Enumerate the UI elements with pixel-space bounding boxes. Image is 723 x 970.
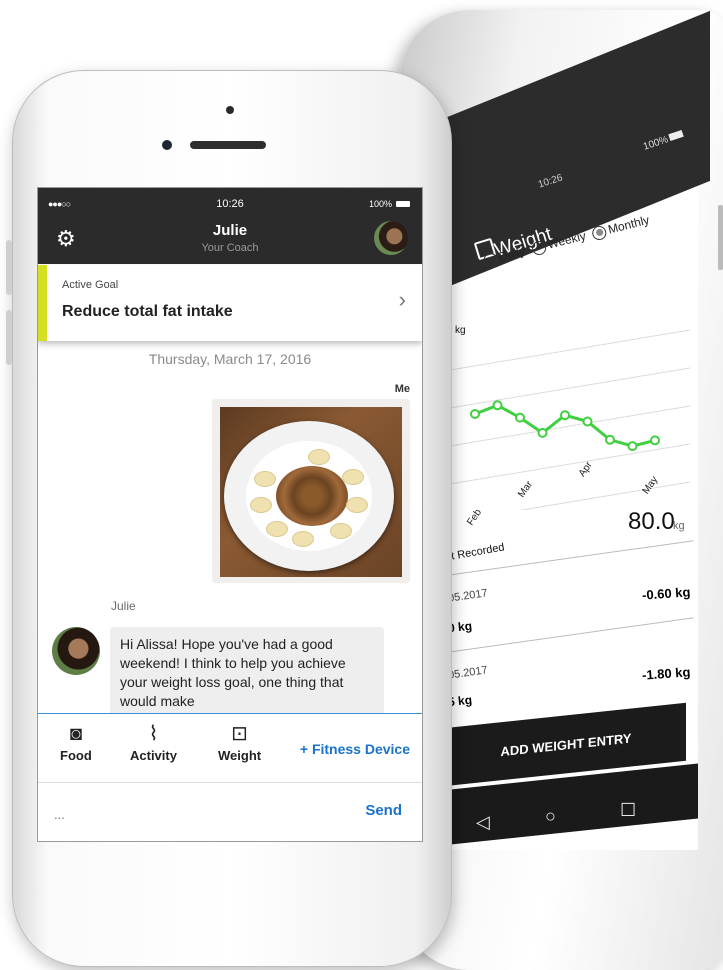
bowl (224, 421, 394, 571)
banana-slice (254, 471, 276, 487)
activity-button[interactable]: ⌇ Activity (130, 722, 177, 763)
weight-data-point (560, 410, 570, 421)
banana-slice (292, 531, 314, 547)
compose-bar: Send (38, 783, 422, 841)
weight-data-point (582, 416, 593, 427)
iphone-sensor (226, 106, 234, 114)
volume-up-button (6, 240, 12, 295)
weight-data-point (605, 434, 615, 445)
volume-down-button (6, 310, 12, 365)
banana-slice (342, 469, 364, 485)
coach-message-avatar (52, 627, 100, 675)
weight-data-point (627, 441, 638, 452)
banana-slice (346, 497, 368, 513)
activity-label: Activity (130, 748, 177, 763)
photo-message[interactable] (212, 399, 410, 583)
banana-slice (250, 497, 272, 513)
banana-slice (308, 449, 330, 465)
grid-line (449, 329, 691, 371)
coach-role: Your Coach (201, 242, 259, 254)
earpiece-speaker (190, 141, 266, 149)
weight-data-point (470, 409, 480, 419)
sender-label-me: Me (394, 383, 410, 395)
coach-avatar[interactable] (374, 221, 408, 255)
recents-icon[interactable]: ☐ (620, 800, 636, 821)
scale-icon: ⊡ (231, 723, 248, 745)
coach-message-bubble: Hi Alissa! Hope you've had a good weeken… (110, 627, 384, 713)
message-thread: Thursday, March 17, 2016 Me Julie Hi Ali… (38, 341, 422, 713)
latest-weight-value: 80.0 (628, 508, 675, 535)
send-button[interactable]: Send (365, 802, 402, 819)
banana-slice (330, 523, 352, 539)
coach-chat-screen: ●●●○○ 10:26 100% ⚙ Julie Your Coach Acti… (37, 187, 423, 842)
banana-slice (266, 521, 288, 537)
food-photo (220, 407, 402, 577)
active-goal-card[interactable]: Active Goal Reduce total fat intake › (38, 265, 422, 341)
chevron-right-icon: › (398, 287, 406, 312)
battery-icon (396, 201, 410, 207)
top-bar: ●●●○○ 10:26 100% ⚙ Julie Your Coach (38, 188, 422, 264)
weight-label: Weight (218, 748, 262, 763)
battery-label: 100% (368, 199, 392, 209)
back-icon[interactable]: ◁ (476, 812, 490, 833)
grid-line (449, 367, 691, 409)
message-input[interactable] (52, 801, 346, 827)
weight-data-point (515, 412, 525, 423)
food-label: Food (60, 748, 92, 763)
front-camera (162, 140, 172, 150)
bowl-inner (246, 441, 372, 551)
goal-accent-bar (38, 265, 47, 341)
food-button[interactable]: ◙ Food (60, 722, 92, 763)
camera-icon: ◙ (69, 723, 82, 745)
weight-data-point (537, 427, 548, 438)
weight-data-point (650, 435, 660, 446)
home-icon[interactable]: ○ (545, 806, 556, 827)
android-side-button (718, 205, 723, 270)
sender-label-coach: Julie (111, 599, 136, 613)
latest-weight-unit: kg (673, 520, 685, 532)
status-time: 10:26 (216, 198, 244, 210)
log-toolbar: ◙ Food ⌇ Activity ⊡ Weight + Fitness Dev… (38, 713, 422, 783)
goal-text: Reduce total fat intake (62, 303, 233, 320)
date-separator: Thursday, March 17, 2016 (148, 351, 312, 367)
activity-icon: ⌇ (148, 723, 159, 745)
weight-data-point (492, 400, 503, 411)
coach-name: Julie (212, 222, 248, 239)
goal-label: Active Goal (62, 279, 119, 291)
granola (276, 466, 348, 526)
weight-button[interactable]: ⊡ Weight (218, 722, 261, 763)
add-fitness-device-link[interactable]: + Fitness Device (300, 741, 410, 757)
